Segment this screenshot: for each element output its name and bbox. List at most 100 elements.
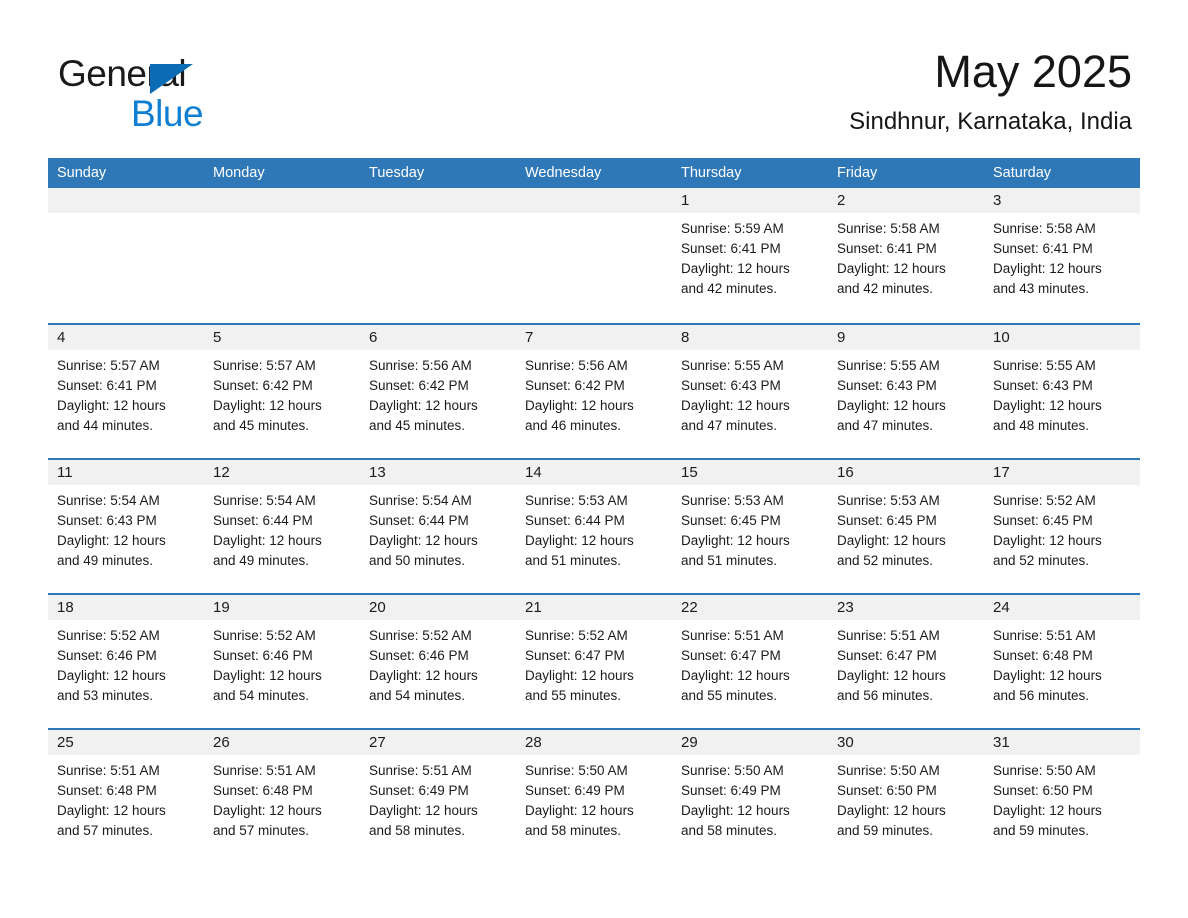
day-cell-15[interactable]: 15 Sunrise: 5:53 AM Sunset: 6:45 PM Dayligh… [672, 460, 828, 593]
day-number: 21 [516, 595, 672, 620]
day-details: Sunrise: 5:52 AM Sunset: 6:45 PM Daylight:… [984, 485, 1140, 571]
day-cell-31[interactable]: 31 Sunrise: 5:50 AM Sunset: 6:50 PM Dayligh… [984, 730, 1140, 863]
sunrise-text: Sunrise: 5:56 AM [525, 358, 628, 373]
day-number: 4 [48, 325, 204, 350]
day-cell-9[interactable]: 9 Sunrise: 5:55 AM Sunset: 6:43 PM Daylight… [828, 325, 984, 458]
day-details: Sunrise: 5:51 AM Sunset: 6:47 PM Daylight:… [828, 620, 984, 706]
day-cell-8[interactable]: 8 Sunrise: 5:55 AM Sunset: 6:43 PM Daylight… [672, 325, 828, 458]
day-cell-17[interactable]: 17 Sunrise: 5:52 AM Sunset: 6:45 PM Dayligh… [984, 460, 1140, 593]
day-cell-29[interactable]: 29 Sunrise: 5:50 AM Sunset: 6:49 PM Dayligh… [672, 730, 828, 863]
day-details: Sunrise: 5:53 AM Sunset: 6:44 PM Daylight:… [516, 485, 672, 571]
sunset-text: Sunset: 6:45 PM [993, 513, 1093, 528]
day-cell-3[interactable]: 3 Sunrise: 5:58 AM Sunset: 6:41 PM Daylight… [984, 188, 1140, 323]
daylight-text-line2: and 46 minutes. [525, 418, 622, 433]
daylight-text-line2: and 51 minutes. [681, 553, 778, 568]
daylight-text-line1: Daylight: 12 hours [213, 668, 322, 683]
sunrise-text: Sunrise: 5:52 AM [369, 628, 472, 643]
day-cell-2[interactable]: 2 Sunrise: 5:58 AM Sunset: 6:41 PM Daylight… [828, 188, 984, 323]
daylight-text-line2: and 56 minutes. [993, 688, 1090, 703]
calendar-week-row: 18 Sunrise: 5:52 AM Sunset: 6:46 PM Dayligh… [48, 593, 1140, 728]
day-number: 6 [360, 325, 516, 350]
sunrise-text: Sunrise: 5:55 AM [837, 358, 940, 373]
daylight-text-line1: Daylight: 12 hours [837, 668, 946, 683]
daylight-text-line1: Daylight: 12 hours [369, 398, 478, 413]
day-cell-30[interactable]: 30 Sunrise: 5:50 AM Sunset: 6:50 PM Dayligh… [828, 730, 984, 863]
daylight-text-line1: Daylight: 12 hours [993, 533, 1102, 548]
sunset-text: Sunset: 6:45 PM [681, 513, 781, 528]
day-number [204, 188, 360, 213]
day-cell-25[interactable]: 25 Sunrise: 5:51 AM Sunset: 6:48 PM Dayligh… [48, 730, 204, 863]
sunrise-text: Sunrise: 5:57 AM [213, 358, 316, 373]
sunrise-text: Sunrise: 5:51 AM [369, 763, 472, 778]
sunrise-text: Sunrise: 5:55 AM [681, 358, 784, 373]
day-cell-14[interactable]: 14 Sunrise: 5:53 AM Sunset: 6:44 PM Dayligh… [516, 460, 672, 593]
day-cell-empty [48, 188, 204, 323]
day-cell-10[interactable]: 10 Sunrise: 5:55 AM Sunset: 6:43 PM Dayligh… [984, 325, 1140, 458]
sunset-text: Sunset: 6:50 PM [993, 783, 1093, 798]
daylight-text-line2: and 58 minutes. [525, 823, 622, 838]
day-cell-24[interactable]: 24 Sunrise: 5:51 AM Sunset: 6:48 PM Dayligh… [984, 595, 1140, 728]
day-cell-23[interactable]: 23 Sunrise: 5:51 AM Sunset: 6:47 PM Dayligh… [828, 595, 984, 728]
title-block: May 2025 Sindhnur, Karnataka, India [849, 44, 1132, 138]
day-cell-16[interactable]: 16 Sunrise: 5:53 AM Sunset: 6:45 PM Dayligh… [828, 460, 984, 593]
day-cell-11[interactable]: 11 Sunrise: 5:54 AM Sunset: 6:43 PM Dayligh… [48, 460, 204, 593]
sunset-text: Sunset: 6:41 PM [57, 378, 157, 393]
day-cell-26[interactable]: 26 Sunrise: 5:51 AM Sunset: 6:48 PM Dayligh… [204, 730, 360, 863]
daylight-text-line1: Daylight: 12 hours [57, 668, 166, 683]
day-details: Sunrise: 5:55 AM Sunset: 6:43 PM Daylight:… [828, 350, 984, 436]
sunrise-text: Sunrise: 5:58 AM [993, 221, 1096, 236]
daylight-text-line2: and 49 minutes. [57, 553, 154, 568]
daylight-text-line2: and 52 minutes. [993, 553, 1090, 568]
sunset-text: Sunset: 6:46 PM [213, 648, 313, 663]
sunrise-text: Sunrise: 5:50 AM [837, 763, 940, 778]
day-number: 1 [672, 188, 828, 213]
day-cell-27[interactable]: 27 Sunrise: 5:51 AM Sunset: 6:49 PM Dayligh… [360, 730, 516, 863]
daylight-text-line2: and 56 minutes. [837, 688, 934, 703]
day-cell-19[interactable]: 19 Sunrise: 5:52 AM Sunset: 6:46 PM Dayligh… [204, 595, 360, 728]
day-cell-18[interactable]: 18 Sunrise: 5:52 AM Sunset: 6:46 PM Dayligh… [48, 595, 204, 728]
sunset-text: Sunset: 6:43 PM [57, 513, 157, 528]
day-cell-22[interactable]: 22 Sunrise: 5:51 AM Sunset: 6:47 PM Dayligh… [672, 595, 828, 728]
daylight-text-line1: Daylight: 12 hours [369, 533, 478, 548]
daylight-text-line1: Daylight: 12 hours [993, 261, 1102, 276]
daylight-text-line2: and 57 minutes. [213, 823, 310, 838]
daylight-text-line1: Daylight: 12 hours [837, 261, 946, 276]
sunset-text: Sunset: 6:48 PM [213, 783, 313, 798]
sunset-text: Sunset: 6:43 PM [837, 378, 937, 393]
sunset-text: Sunset: 6:42 PM [369, 378, 469, 393]
sunset-text: Sunset: 6:41 PM [993, 241, 1093, 256]
daylight-text-line2: and 57 minutes. [57, 823, 154, 838]
sunrise-text: Sunrise: 5:51 AM [681, 628, 784, 643]
day-cell-4[interactable]: 4 Sunrise: 5:57 AM Sunset: 6:41 PM Daylight… [48, 325, 204, 458]
sunrise-text: Sunrise: 5:55 AM [993, 358, 1096, 373]
sunset-text: Sunset: 6:47 PM [525, 648, 625, 663]
day-cell-7[interactable]: 7 Sunrise: 5:56 AM Sunset: 6:42 PM Daylight… [516, 325, 672, 458]
day-cell-21[interactable]: 21 Sunrise: 5:52 AM Sunset: 6:47 PM Dayligh… [516, 595, 672, 728]
day-number: 24 [984, 595, 1140, 620]
day-details: Sunrise: 5:51 AM Sunset: 6:48 PM Daylight:… [984, 620, 1140, 706]
daylight-text-line2: and 58 minutes. [369, 823, 466, 838]
daylight-text-line2: and 48 minutes. [993, 418, 1090, 433]
sunrise-text: Sunrise: 5:53 AM [681, 493, 784, 508]
day-details: Sunrise: 5:56 AM Sunset: 6:42 PM Daylight:… [360, 350, 516, 436]
daylight-text-line1: Daylight: 12 hours [681, 668, 790, 683]
day-cell-28[interactable]: 28 Sunrise: 5:50 AM Sunset: 6:49 PM Dayligh… [516, 730, 672, 863]
daylight-text-line2: and 49 minutes. [213, 553, 310, 568]
sunrise-text: Sunrise: 5:54 AM [369, 493, 472, 508]
day-cell-1[interactable]: 1 Sunrise: 5:59 AM Sunset: 6:41 PM Daylight… [672, 188, 828, 323]
day-cell-6[interactable]: 6 Sunrise: 5:56 AM Sunset: 6:42 PM Daylight… [360, 325, 516, 458]
daylight-text-line2: and 54 minutes. [369, 688, 466, 703]
day-number: 28 [516, 730, 672, 755]
daylight-text-line1: Daylight: 12 hours [57, 533, 166, 548]
day-cell-20[interactable]: 20 Sunrise: 5:52 AM Sunset: 6:46 PM Dayligh… [360, 595, 516, 728]
sunset-text: Sunset: 6:44 PM [369, 513, 469, 528]
general-blue-logo[interactable]: General Blue [58, 52, 328, 134]
day-cell-13[interactable]: 13 Sunrise: 5:54 AM Sunset: 6:44 PM Dayligh… [360, 460, 516, 593]
day-number: 8 [672, 325, 828, 350]
daylight-text-line2: and 59 minutes. [993, 823, 1090, 838]
day-cell-5[interactable]: 5 Sunrise: 5:57 AM Sunset: 6:42 PM Daylight… [204, 325, 360, 458]
page-header: General Blue May 2025 Sindhnur, Karnatak… [0, 0, 1188, 158]
day-cell-12[interactable]: 12 Sunrise: 5:54 AM Sunset: 6:44 PM Dayligh… [204, 460, 360, 593]
sunset-text: Sunset: 6:48 PM [57, 783, 157, 798]
daylight-text-line2: and 45 minutes. [369, 418, 466, 433]
